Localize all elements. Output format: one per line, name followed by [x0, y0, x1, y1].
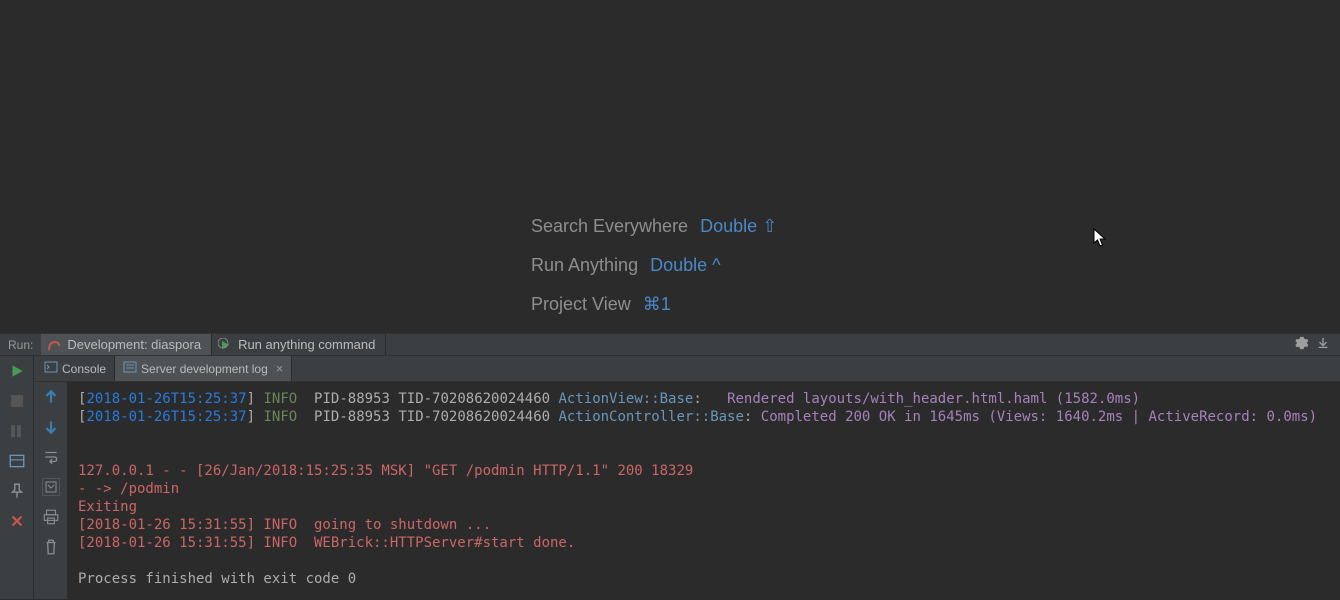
hint-label: Search Everywhere — [531, 216, 688, 237]
console-icon — [44, 360, 58, 377]
editor-area: Search Everywhere Double ⇧ Run Anything … — [0, 0, 1340, 333]
print-icon[interactable] — [42, 508, 60, 526]
hint-keystroke: Double ^ — [650, 255, 721, 276]
run-label: Run: — [0, 338, 41, 352]
log-line: 127.0.0.1 - - [26/Jan/2018:15:25:35 MSK]… — [78, 463, 693, 479]
run-anything-icon — [218, 338, 232, 352]
layout-icon[interactable] — [8, 452, 26, 470]
soft-wrap-icon[interactable] — [42, 448, 60, 466]
run-tab-label: Run anything command — [238, 337, 375, 352]
close-icon[interactable] — [8, 512, 26, 530]
hint-label: Project View — [531, 294, 631, 315]
run-subtabs: Console Server development log × — [34, 356, 1340, 382]
run-tab-development[interactable]: Development: diaspora — [41, 334, 211, 355]
hint-keystroke: Double ⇧ — [700, 216, 777, 237]
log-line: - -> /podmin — [78, 481, 179, 497]
console-output[interactable]: [2018-01-26T15:25:37] INFO PID-88953 TID… — [68, 382, 1340, 599]
hint-label: Run Anything — [531, 255, 638, 276]
scroll-up-icon[interactable] — [42, 388, 60, 406]
run-header-actions — [1294, 336, 1340, 353]
rails-config-icon — [47, 338, 61, 352]
run-panel: Console Server development log × — [0, 356, 1340, 599]
editor-hints: Search Everywhere Double ⇧ Run Anything … — [531, 216, 777, 333]
log-line: Exiting — [78, 499, 137, 515]
hide-icon[interactable] — [1316, 336, 1330, 353]
scroll-down-icon[interactable] — [42, 418, 60, 436]
hint-project-view: Project View ⌘1 — [531, 294, 777, 315]
rerun-icon[interactable] — [8, 362, 26, 380]
log-line: [2018-01-26 15:31:55] INFO going to shut… — [78, 517, 491, 533]
scroll-to-end-icon[interactable] — [42, 478, 60, 496]
settings-icon[interactable] — [1294, 336, 1308, 353]
console-actions-gutter — [34, 382, 68, 599]
close-tab-icon[interactable]: × — [276, 361, 284, 376]
pause-icon[interactable] — [8, 422, 26, 440]
tab-label: Server development log — [141, 362, 268, 376]
hint-keystroke: ⌘1 — [643, 294, 671, 315]
stop-icon[interactable] — [8, 392, 26, 410]
tab-label: Console — [62, 362, 106, 376]
tab-server-log[interactable]: Server development log × — [114, 356, 292, 381]
run-tab-run-anything[interactable]: Run anything command — [211, 334, 386, 355]
tab-console[interactable]: Console — [36, 356, 114, 381]
hint-run-anything: Run Anything Double ^ — [531, 255, 777, 276]
pin-icon[interactable] — [8, 482, 26, 500]
hint-search-everywhere: Search Everywhere Double ⇧ — [531, 216, 777, 237]
run-toolwindow-header: Run: Development: diaspora Run anything … — [0, 333, 1340, 356]
log-icon — [123, 360, 137, 377]
trash-icon[interactable] — [42, 538, 60, 556]
log-line: [2018-01-26 15:31:55] INFO WEBrick::HTTP… — [78, 535, 575, 551]
exit-code-line: Process finished with exit code 0 — [78, 571, 356, 587]
run-tab-label: Development: diaspora — [67, 337, 201, 352]
run-actions-gutter — [0, 356, 34, 599]
mouse-cursor-icon — [1093, 228, 1109, 248]
